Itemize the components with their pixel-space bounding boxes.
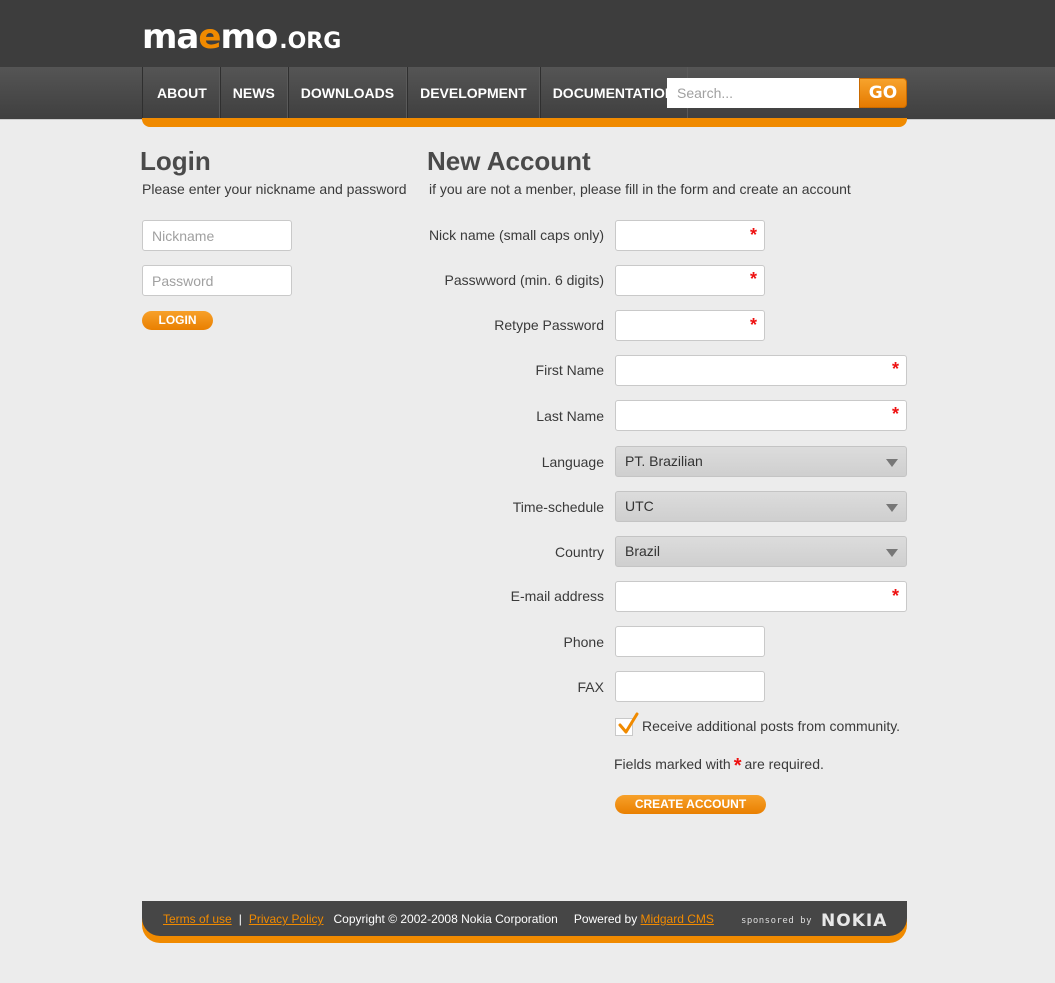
header-accent-rail bbox=[142, 118, 907, 127]
required-note: Fields marked with * are required. bbox=[614, 755, 824, 777]
last-name-label: Last Name bbox=[536, 408, 604, 424]
sponsor-logo: sponsored by NOKIA bbox=[741, 911, 888, 931]
email-label: E-mail address bbox=[510, 588, 604, 604]
login-password-input[interactable] bbox=[142, 265, 292, 296]
new-account-title: New Account bbox=[427, 146, 591, 176]
create-account-button[interactable]: CREATE ACCOUNT bbox=[615, 795, 766, 814]
midgard-cms-link[interactable]: Midgard CMS bbox=[641, 912, 714, 926]
language-select[interactable]: PT. Brazilian bbox=[615, 446, 907, 477]
timezone-label: Time-schedule bbox=[512, 499, 604, 515]
retype-password-input[interactable] bbox=[615, 310, 765, 341]
password-label: Passwword (min. 6 digits) bbox=[444, 272, 605, 288]
nickname-input[interactable] bbox=[615, 220, 765, 251]
chevron-down-icon bbox=[886, 459, 898, 467]
main-nav: ABOUT NEWS DOWNLOADS DEVELOPMENT DOCUMEN… bbox=[142, 67, 689, 120]
fax-input[interactable] bbox=[615, 671, 765, 702]
community-posts-checkbox[interactable] bbox=[615, 712, 639, 736]
last-name-input[interactable] bbox=[615, 400, 907, 431]
language-label: Language bbox=[541, 454, 604, 470]
new-account-subtitle: if you are not a menber, please fill in … bbox=[429, 181, 851, 197]
required-star: * bbox=[733, 755, 742, 777]
checkmark-icon bbox=[618, 712, 639, 734]
phone-label: Phone bbox=[563, 634, 604, 650]
country-select[interactable]: Brazil bbox=[615, 536, 907, 567]
chevron-down-icon bbox=[886, 549, 898, 557]
first-name-input[interactable] bbox=[615, 355, 907, 386]
password-input[interactable] bbox=[615, 265, 765, 296]
nickname-label: Nick name (small caps only) bbox=[428, 227, 604, 243]
nav-news[interactable]: NEWS bbox=[219, 67, 288, 120]
fax-label: FAX bbox=[577, 679, 604, 695]
login-nickname-input[interactable] bbox=[142, 220, 292, 251]
search-input[interactable] bbox=[667, 78, 861, 108]
country-value: Brazil bbox=[625, 543, 661, 559]
timezone-select[interactable]: UTC bbox=[615, 491, 907, 522]
nav-development[interactable]: DEVELOPMENT bbox=[407, 67, 540, 120]
first-name-label: First Name bbox=[535, 362, 604, 378]
top-bar: maemo .ORG bbox=[0, 0, 1055, 67]
language-value: PT. Brazilian bbox=[625, 453, 703, 469]
login-button[interactable]: LOGIN bbox=[142, 311, 213, 330]
login-title: Login bbox=[140, 146, 211, 176]
powered-by-text: Powered by bbox=[573, 912, 638, 926]
login-subtitle: Please enter your nickname and password bbox=[142, 181, 407, 197]
community-posts-label[interactable]: Receive additional posts from community. bbox=[642, 718, 900, 734]
chevron-down-icon bbox=[886, 504, 898, 512]
terms-link[interactable]: Terms of use bbox=[163, 912, 232, 926]
copyright-text: Copyright © 2002-2008 Nokia Corporation bbox=[333, 912, 558, 926]
retype-password-label: Retype Password bbox=[494, 317, 604, 333]
nav-about[interactable]: ABOUT bbox=[142, 67, 220, 120]
email-input[interactable] bbox=[615, 581, 907, 612]
nav-downloads[interactable]: DOWNLOADS bbox=[287, 67, 408, 120]
nav-documentation[interactable]: DOCUMENTATION bbox=[539, 67, 689, 120]
maemo-logo[interactable]: maemo .ORG bbox=[142, 14, 341, 54]
search-go-button[interactable]: GO bbox=[859, 78, 907, 108]
timezone-value: UTC bbox=[625, 498, 654, 514]
privacy-link[interactable]: Privacy Policy bbox=[249, 912, 324, 926]
footer: Terms of use | Privacy Policy Copyright … bbox=[142, 901, 907, 943]
country-label: Country bbox=[554, 544, 604, 560]
nokia-logo: NOKIA bbox=[821, 911, 888, 931]
phone-input[interactable] bbox=[615, 626, 765, 657]
